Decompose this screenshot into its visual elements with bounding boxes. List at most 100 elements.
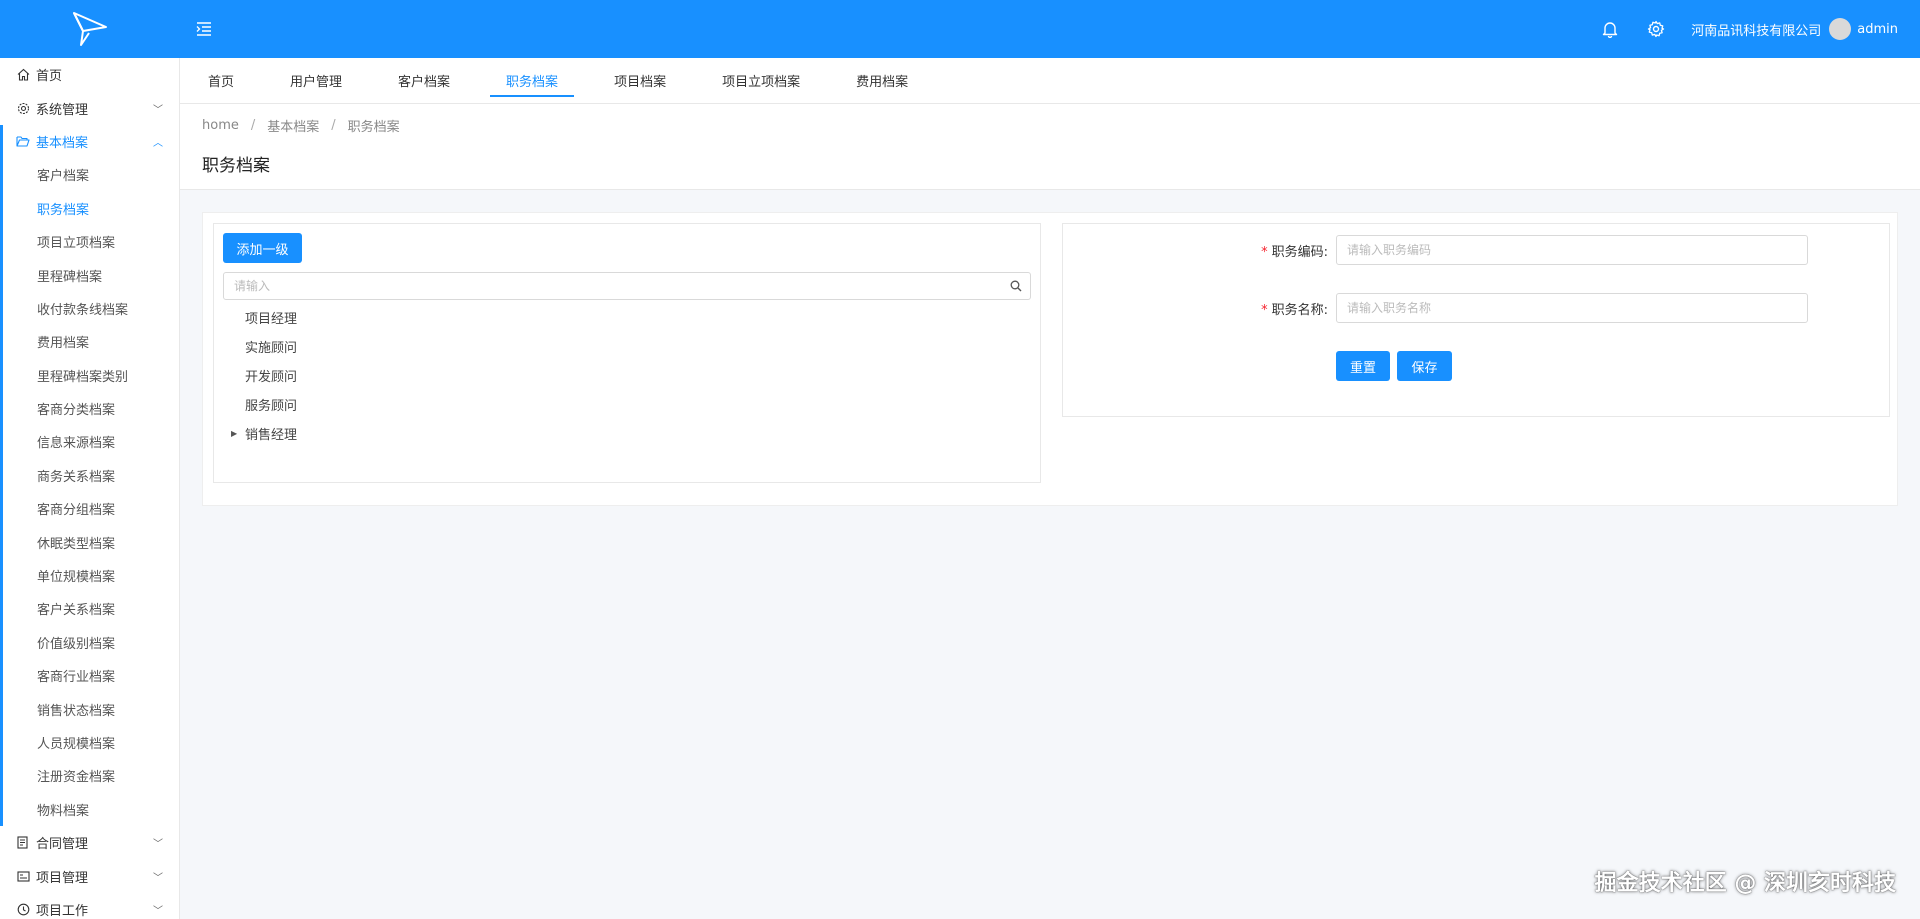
- project-icon: [16, 869, 30, 883]
- home-icon: [16, 68, 30, 82]
- sidebar-subitem[interactable]: 项目立项档案: [3, 225, 179, 258]
- breadcrumb: home / 基本档案 / 职务档案: [202, 116, 1920, 135]
- sidebar-subitem[interactable]: 客商分组档案: [3, 492, 179, 525]
- breadcrumb-separator: /: [250, 118, 256, 133]
- position-name-label-text: 职务名称:: [1271, 302, 1328, 318]
- basic-submenu: 基本档案 ︿ 客户档案 职务档案 项目立项档案 里程碑档案 收付款条线档案 费用…: [0, 124, 179, 826]
- tree-node-label: 销售经理: [245, 428, 298, 443]
- sidebar-item-system[interactable]: 系统管理 ﹀: [0, 91, 179, 124]
- chevron-down-icon: ﹀: [153, 839, 163, 851]
- sidebar-item-basic[interactable]: 基本档案 ︿: [3, 125, 179, 158]
- form-row-name: * 职务名称:: [1063, 293, 1891, 323]
- sidebar-item-label: 项目管理: [36, 870, 89, 886]
- header-right-area: 河南品讯科技有限公司 admin: [1599, 18, 1920, 40]
- tree-node[interactable]: 项目经理: [223, 303, 1031, 332]
- username[interactable]: admin: [1857, 22, 1898, 37]
- bell-icon: [1603, 21, 1618, 38]
- tab-project-approval[interactable]: 项目立项档案: [706, 57, 816, 103]
- top-header: 河南品讯科技有限公司 admin: [0, 0, 1920, 58]
- position-code-label-text: 职务编码:: [1271, 244, 1328, 260]
- gear-icon: [16, 101, 30, 115]
- sidebar-subitem[interactable]: 商务关系档案: [3, 459, 179, 492]
- tab-home[interactable]: 首页: [192, 57, 250, 103]
- tab-project[interactable]: 项目档案: [598, 57, 682, 103]
- sidebar-item-label: 系统管理: [36, 102, 89, 118]
- sidebar-subitem[interactable]: 价值级别档案: [3, 626, 179, 659]
- watermark: 掘金技术社区 @ 深圳亥时科技: [1594, 871, 1896, 896]
- position-tree: 项目经理 实施顾问 开发顾问 服务顾问 ▶ 销售经理: [223, 303, 1031, 448]
- tree-node[interactable]: 服务顾问: [223, 390, 1031, 419]
- chevron-up-icon: ︿: [153, 137, 163, 149]
- sidebar-item-label: 首页: [36, 69, 63, 85]
- content-card: 添加一级 项目经理 实施顾问 开发顾问 服务顾问 ▶ 销售经理 *职务编码: *…: [202, 212, 1898, 506]
- position-code-label: * 职务编码:: [1063, 241, 1336, 260]
- sidebar-subitem[interactable]: 信息来源档案: [3, 425, 179, 458]
- contract-icon: [16, 836, 30, 850]
- settings-button[interactable]: [1645, 18, 1667, 40]
- page-header: home / 基本档案 / 职务档案 职务档案: [180, 104, 1920, 190]
- paper-plane-logo-icon: [73, 12, 107, 46]
- sidebar-subitem[interactable]: 物料档案: [3, 793, 179, 826]
- tree-node[interactable]: 实施顾问: [223, 332, 1031, 361]
- sidebar-subitem[interactable]: 客户关系档案: [3, 592, 179, 625]
- sidebar-subitem[interactable]: 人员规模档案: [3, 726, 179, 759]
- sidebar-item-label: 项目工作: [36, 903, 89, 919]
- sidebar: 首页 系统管理 ﹀ 基本档案 ︿ 客户档案 职务档案 项目立项档案 里程碑档案 …: [0, 58, 180, 919]
- reset-button[interactable]: 重置: [1336, 351, 1390, 381]
- gear-icon: [1648, 20, 1665, 38]
- sidebar-subitem[interactable]: 里程碑档案类别: [3, 359, 179, 392]
- position-code-input[interactable]: [1336, 235, 1808, 265]
- chevron-down-icon: ﹀: [153, 104, 163, 116]
- chevron-down-icon: ﹀: [153, 905, 163, 917]
- tree-search: [223, 272, 1031, 300]
- menu-fold-toggle[interactable]: [192, 17, 216, 41]
- sidebar-subitem[interactable]: 客商行业档案: [3, 659, 179, 692]
- tree-panel: 添加一级 项目经理 实施顾问 开发顾问 服务顾问 ▶ 销售经理: [213, 223, 1041, 483]
- breadcrumb-home[interactable]: home: [202, 118, 239, 133]
- breadcrumb-separator: /: [331, 118, 336, 133]
- required-mark: *: [1261, 244, 1268, 260]
- search-icon[interactable]: [1002, 273, 1030, 299]
- tab-customer[interactable]: 客户档案: [382, 57, 466, 103]
- tree-node-expandable[interactable]: ▶ 销售经理: [223, 419, 1031, 448]
- required-mark: *: [1261, 302, 1268, 318]
- tab-users[interactable]: 用户管理: [274, 57, 358, 103]
- breadcrumb-current: 职务档案: [347, 120, 400, 135]
- sidebar-subitem[interactable]: 客商分类档案: [3, 392, 179, 425]
- position-name-label: * 职务名称:: [1063, 299, 1336, 318]
- page-title: 职务档案: [202, 156, 270, 176]
- tab-position[interactable]: 职务档案: [490, 57, 575, 103]
- breadcrumb-level1[interactable]: 基本档案: [267, 116, 319, 135]
- sidebar-subitem[interactable]: 休眠类型档案: [3, 525, 179, 558]
- tab-expense[interactable]: 费用档案: [840, 57, 924, 103]
- sidebar-subitem[interactable]: 费用档案: [3, 325, 179, 358]
- notification-button[interactable]: [1599, 18, 1621, 40]
- tree-node[interactable]: 开发顾问: [223, 361, 1031, 390]
- avatar[interactable]: [1829, 18, 1852, 40]
- app-logo[interactable]: [0, 0, 180, 58]
- sidebar-item-label: 基本档案: [36, 135, 89, 151]
- tab-bar: 首页 用户管理 客户档案 职务档案 项目档案 项目立项档案 费用档案: [180, 58, 1920, 104]
- sidebar-item-home[interactable]: 首页: [0, 58, 179, 91]
- sidebar-subitem-active[interactable]: 职务档案: [3, 192, 179, 225]
- sidebar-item-contract[interactable]: 合同管理 ﹀: [0, 826, 179, 859]
- clock-icon: [16, 902, 30, 916]
- sidebar-subitem[interactable]: 收付款条线档案: [3, 292, 179, 325]
- company-name: 河南品讯科技有限公司: [1691, 23, 1822, 39]
- add-top-level-button[interactable]: 添加一级: [223, 233, 302, 263]
- save-button[interactable]: 保存: [1397, 351, 1452, 381]
- sidebar-item-project-work[interactable]: 项目工作 ﹀: [0, 893, 179, 919]
- chevron-down-icon: ﹀: [153, 872, 163, 884]
- position-name-input[interactable]: [1336, 293, 1808, 323]
- sidebar-subitem[interactable]: 里程碑档案: [3, 258, 179, 291]
- tree-search-input[interactable]: [224, 273, 1002, 299]
- menu-fold-icon: [196, 22, 211, 36]
- sidebar-subitem[interactable]: 销售状态档案: [3, 692, 179, 725]
- sidebar-subitem[interactable]: 单位规模档案: [3, 559, 179, 592]
- sidebar-subitem[interactable]: 注册资金档案: [3, 759, 179, 792]
- caret-right-icon[interactable]: ▶: [231, 429, 237, 438]
- sidebar-subitem[interactable]: 客户档案: [3, 158, 179, 191]
- form-panel: *职务编码: *职务名称: 重置 保存: [1062, 223, 1890, 417]
- sidebar-item-project[interactable]: 项目管理 ﹀: [0, 859, 179, 892]
- form-row-code: * 职务编码:: [1063, 235, 1891, 265]
